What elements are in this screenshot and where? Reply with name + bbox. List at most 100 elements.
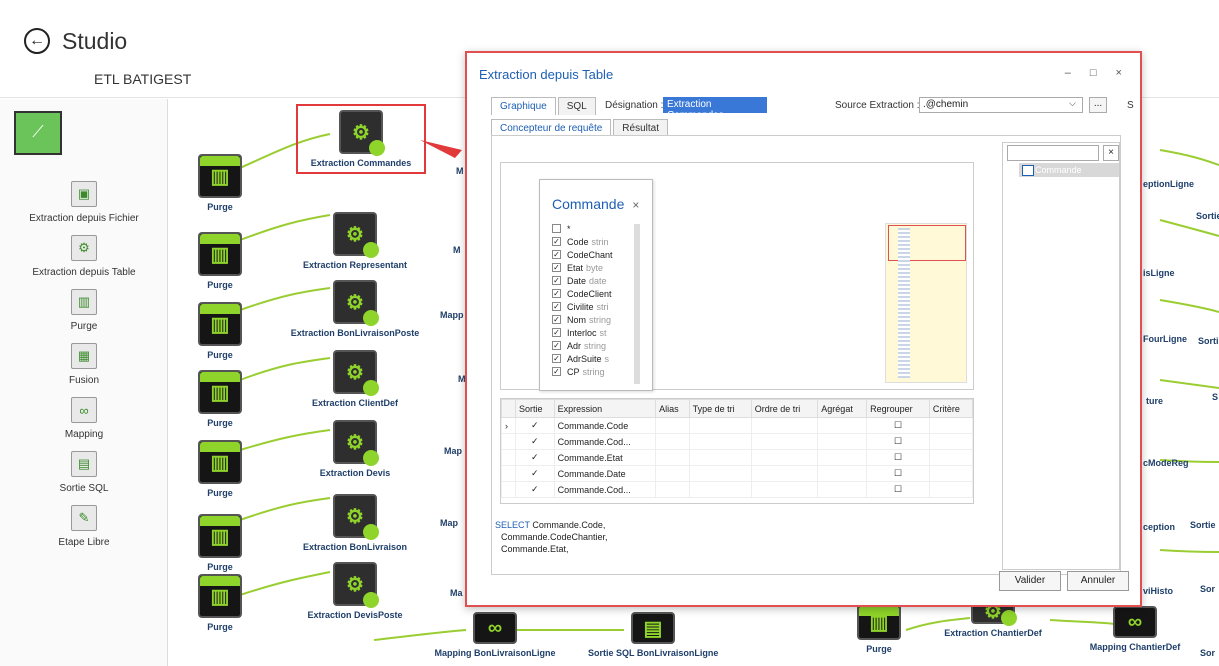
- grid-column-header[interactable]: Expression: [553, 399, 657, 418]
- browse-button[interactable]: ...: [1089, 97, 1107, 113]
- grid-cell: [655, 433, 690, 450]
- table-column-row[interactable]: ✓ Etat byte: [552, 261, 640, 274]
- column-checkbox[interactable]: ✓: [552, 276, 561, 285]
- grid-column-header[interactable]: Alias: [655, 399, 690, 418]
- column-checkbox[interactable]: ✓: [552, 315, 561, 324]
- grid-cell: [817, 417, 868, 434]
- table-search-input[interactable]: [1007, 145, 1099, 161]
- cancel-button[interactable]: Annuler: [1067, 571, 1129, 591]
- grid-cell[interactable]: ☐: [866, 417, 930, 434]
- source-label: Source Extraction :: [835, 100, 920, 111]
- output-checkbox[interactable]: ✓: [515, 481, 555, 498]
- node-label: Purge: [207, 202, 233, 212]
- table-column-row[interactable]: ✓ CodeChant: [552, 248, 640, 261]
- tab-graphique[interactable]: Graphique: [491, 97, 556, 115]
- grid-row[interactable]: ✓ Commande.Date ☐: [501, 465, 974, 482]
- expression-cell: Commande.Cod...: [553, 433, 657, 450]
- table-column-row[interactable]: ✓ Adr string: [552, 339, 640, 352]
- grid-column-header[interactable]: Agrégat: [817, 399, 868, 418]
- canvas-label: Sortie: [1196, 211, 1219, 221]
- node-extraction-representant[interactable]: ⚙ Extraction Representant: [290, 212, 420, 270]
- node-extraction-clientdef[interactable]: ⚙ Extraction ClientDef: [290, 350, 420, 408]
- grid-cell: [750, 417, 819, 434]
- node-extraction-devis[interactable]: ⚙ Extraction Devis: [290, 420, 420, 478]
- node-sortie-sql-bonlivraisonligne[interactable]: ▤ Sortie SQL BonLivraisonLigne: [588, 612, 718, 658]
- grid-column-header[interactable]: Critère: [928, 399, 974, 418]
- table-card-commande[interactable]: Commande × * ✓ Code strin ✓ CodeChant ✓ Etat byte…: [539, 179, 653, 391]
- grid-cell[interactable]: ☐: [866, 465, 930, 482]
- table-column-row[interactable]: ✓ Civilite stri: [552, 300, 640, 313]
- sql-text: Commande.Code,: [532, 520, 606, 530]
- node-extraction-bonlivraisonposte[interactable]: ⚙ Extraction BonLivraisonPoste: [290, 280, 420, 338]
- table-column-row[interactable]: ✓ CP string: [552, 365, 640, 378]
- node-purge[interactable]: ▥ Purge: [155, 232, 285, 290]
- column-scrollbar[interactable]: [634, 224, 640, 384]
- grid-column-header[interactable]: Type de tri: [688, 399, 752, 418]
- grid-row[interactable]: ✓ Commande.Cod... ☐: [501, 481, 974, 498]
- node-mapping-bonlivraisonligne[interactable]: ∞ Mapping BonLivraisonLigne: [430, 612, 560, 658]
- node-purge[interactable]: ▥ Purge: [155, 574, 285, 632]
- extraction-dialog: Extraction depuis Table – □ × Graphique …: [465, 51, 1142, 607]
- sql-line: Commande.CodeChantier,: [501, 532, 608, 542]
- node-extraction-bonlivraison[interactable]: ⚙ Extraction BonLivraison: [290, 494, 420, 552]
- source-select[interactable]: .@chemin: [919, 97, 1083, 113]
- node-purge[interactable]: ▥ Purge: [155, 302, 285, 360]
- output-checkbox[interactable]: ✓: [515, 465, 555, 482]
- output-checkbox[interactable]: ✓: [515, 449, 555, 466]
- column-checkbox[interactable]: [552, 224, 561, 233]
- node-mapping-chantierdef[interactable]: ∞ Mapping ChantierDef: [1070, 606, 1200, 652]
- tab-sql[interactable]: SQL: [557, 97, 596, 115]
- column-name: CodeClient: [567, 288, 612, 299]
- overview-map[interactable]: [885, 223, 967, 383]
- sql-output-icon: ▤: [631, 612, 675, 644]
- table-column-row[interactable]: ✓ Nom string: [552, 313, 640, 326]
- table-column-row[interactable]: ✓ CodeClient: [552, 287, 640, 300]
- sql-preview[interactable]: SELECT Commande.Code, Commande.CodeChant…: [491, 515, 1079, 565]
- mapping-icon: ∞: [1113, 606, 1157, 638]
- column-checkbox[interactable]: ✓: [552, 263, 561, 272]
- column-checkbox[interactable]: ✓: [552, 289, 561, 298]
- validate-button[interactable]: Valider: [999, 571, 1061, 591]
- grid-row[interactable]: ✓ Commande.Etat ☐: [501, 449, 974, 466]
- column-checkbox[interactable]: ✓: [552, 354, 561, 363]
- output-checkbox[interactable]: ✓: [515, 417, 555, 434]
- column-checkbox[interactable]: ✓: [552, 302, 561, 311]
- database-gear-icon: ⚙: [333, 494, 379, 540]
- table-column-row[interactable]: ✓ Interloc st: [552, 326, 640, 339]
- node-purge[interactable]: ▥ Purge: [814, 604, 944, 654]
- chevron-down-icon[interactable]: ⌵: [1069, 98, 1076, 109]
- grid-column-header[interactable]: Regrouper: [866, 399, 930, 418]
- grid-column-header[interactable]: Ordre de tri: [750, 399, 819, 418]
- designation-input[interactable]: Extraction Commandes: [663, 97, 767, 121]
- column-checkbox[interactable]: ✓: [552, 237, 561, 246]
- grid-cell[interactable]: ☐: [866, 449, 930, 466]
- table-column-row[interactable]: ✓ Code strin: [552, 235, 640, 248]
- grid-cell[interactable]: ☐: [866, 481, 930, 498]
- column-checkbox[interactable]: ✓: [552, 328, 561, 337]
- table-column-row[interactable]: *: [552, 222, 640, 235]
- node-purge[interactable]: ▥ Purge: [155, 440, 285, 498]
- grid-row[interactable]: › ✓ Commande.Code ☐: [501, 417, 974, 434]
- canvas-label: M: [453, 245, 461, 255]
- table-list-panel: × Commande: [1002, 142, 1120, 570]
- node-extraction-commandes[interactable]: ⚙ Extraction Commandes: [296, 104, 426, 174]
- table-column-row[interactable]: ✓ AdrSuite s: [552, 352, 640, 365]
- node-purge[interactable]: ▥ Purge: [155, 514, 285, 572]
- table-column-row[interactable]: ✓ Date date: [552, 274, 640, 287]
- grid-cell[interactable]: ☐: [866, 433, 930, 450]
- node-purge[interactable]: ▥ Purge: [155, 154, 285, 212]
- grid-row[interactable]: ✓ Commande.Cod... ☐: [501, 433, 974, 450]
- window-controls[interactable]: – □ ×: [1065, 67, 1130, 79]
- column-name: *: [567, 223, 571, 234]
- diagram-area[interactable]: Commande × * ✓ Code strin ✓ CodeChant ✓ Etat byte…: [500, 162, 974, 391]
- close-icon[interactable]: ×: [632, 198, 639, 212]
- grid-column-header[interactable]: Sortie: [515, 399, 555, 418]
- table-list-item[interactable]: Commande: [1019, 163, 1119, 177]
- output-checkbox[interactable]: ✓: [515, 433, 555, 450]
- clear-search-button[interactable]: ×: [1103, 145, 1119, 161]
- node-extraction-devisposte[interactable]: ⚙ Extraction DevisPoste: [290, 562, 420, 620]
- column-checkbox[interactable]: ✓: [552, 250, 561, 259]
- column-checkbox[interactable]: ✓: [552, 367, 561, 376]
- column-checkbox[interactable]: ✓: [552, 341, 561, 350]
- node-purge[interactable]: ▥ Purge: [155, 370, 285, 428]
